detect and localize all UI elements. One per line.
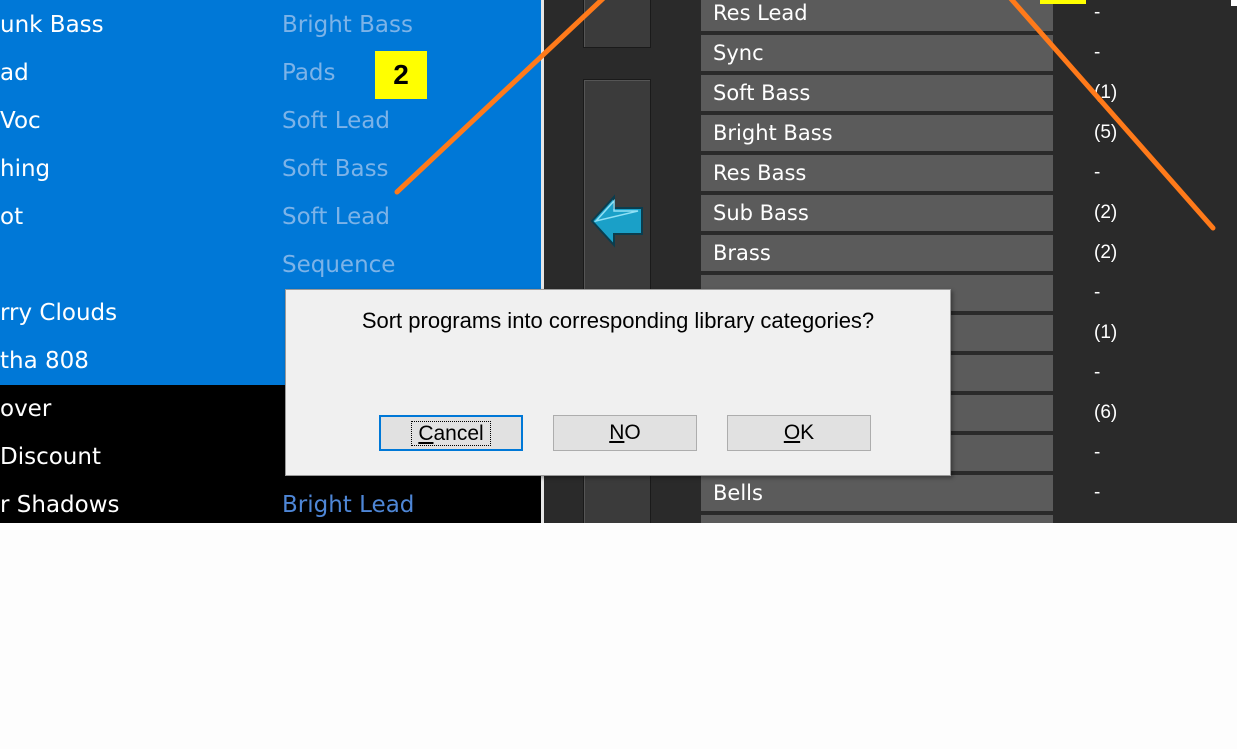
category-item[interactable]: Sync (701, 35, 1053, 71)
category-item[interactable]: Brass (701, 235, 1053, 271)
program-row[interactable]: hing Soft Bass (0, 145, 541, 193)
program-name: ad (0, 60, 29, 86)
sort-confirm-dialog: Sort programs into corresponding library… (285, 289, 951, 476)
program-name: over (0, 396, 52, 422)
app-window: unk Bass Bright Bass ad Pads Voc Soft Le… (0, 0, 1237, 523)
program-name: hing (0, 156, 51, 182)
category-count: (2) (1094, 202, 1118, 223)
program-row[interactable]: unk Bass Bright Bass (0, 1, 541, 49)
program-name: r Shadows (0, 492, 120, 518)
category-item[interactable]: Sub Bass (701, 195, 1053, 231)
category-count: - (1094, 2, 1101, 23)
program-name: Voc (0, 108, 41, 134)
category-count: (2) (1094, 242, 1118, 263)
category-item[interactable]: Res Bass (701, 155, 1053, 191)
transfer-button-top[interactable] (583, 0, 651, 48)
cancel-button-label: Cancel (411, 421, 491, 446)
program-category: Pads (282, 60, 336, 86)
category-count: (1) (1094, 82, 1118, 103)
program-category: Soft Lead (282, 204, 390, 230)
category-count: - (1094, 162, 1101, 183)
program-category: Bright Lead (282, 492, 415, 518)
program-row[interactable]: ot Soft Lead (0, 193, 541, 241)
annotation-marker: 2 (375, 51, 427, 99)
program-category: Soft Bass (282, 156, 389, 182)
ok-button[interactable]: OK (727, 415, 871, 451)
category-count: - (1094, 362, 1101, 383)
arrow-left-icon[interactable] (590, 193, 646, 249)
dialog-message: Sort programs into corresponding library… (361, 308, 875, 333)
program-name: tha 808 (0, 348, 89, 374)
category-item[interactable] (701, 515, 1053, 523)
no-button-label: NO (609, 421, 641, 444)
category-count: - (1094, 282, 1101, 303)
program-name: unk Bass (0, 12, 104, 38)
scrollbar-edge (1231, 0, 1237, 6)
program-row[interactable]: Sequence (0, 241, 541, 289)
category-count: (5) (1094, 122, 1118, 143)
program-name: Discount (0, 444, 101, 470)
no-button[interactable]: NO (553, 415, 697, 451)
category-count: - (1094, 42, 1101, 63)
category-count: (1) (1094, 322, 1118, 343)
program-category: Bright Bass (282, 12, 413, 38)
ok-button-label: OK (783, 421, 815, 444)
category-item[interactable]: Res Lead (701, 0, 1053, 31)
category-count: - (1094, 482, 1101, 503)
program-row[interactable]: Voc Soft Lead (0, 97, 541, 145)
category-count: (6) (1094, 402, 1118, 423)
program-name: ot (0, 204, 24, 230)
category-count: - (1094, 442, 1101, 463)
program-row[interactable]: ad Pads (0, 49, 541, 97)
program-category: Sequence (282, 252, 396, 278)
annotation-marker-partial (1040, 0, 1086, 4)
category-item[interactable]: Soft Bass (701, 75, 1053, 111)
cancel-button[interactable]: Cancel (379, 415, 523, 451)
category-item[interactable]: Bright Bass (701, 115, 1053, 151)
program-category: Soft Lead (282, 108, 390, 134)
program-row[interactable]: r Shadows Bright Lead (0, 481, 541, 523)
program-name: rry Clouds (0, 300, 118, 326)
category-item[interactable]: Bells (701, 475, 1053, 511)
